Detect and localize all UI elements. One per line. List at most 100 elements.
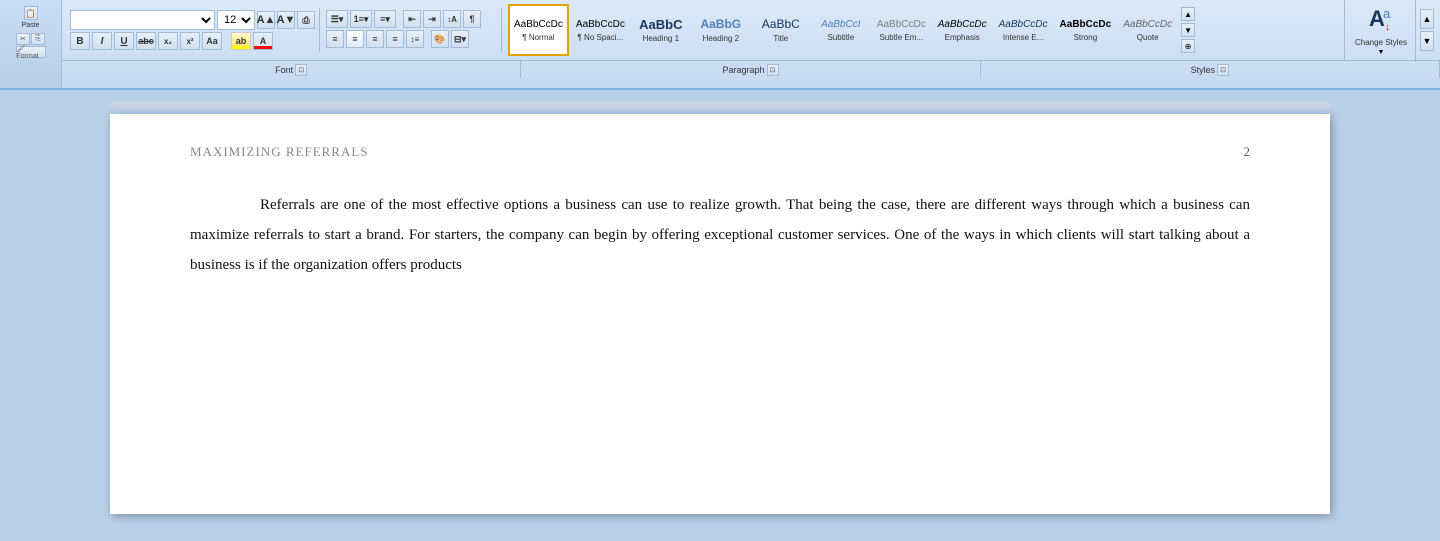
underline-btn[interactable]: U	[114, 32, 134, 50]
para-align-row: ≡ ≡ ≡ ≡ ↕≡ 🎨 ⊟▾	[326, 30, 497, 48]
para-list-row: ☰▾ 1≡▾ ≡▾ ⇤ ⇥ ↕A ¶	[326, 10, 497, 28]
style-intense-e-label: Intense E...	[1003, 33, 1043, 42]
change-styles-text: Change Styles	[1355, 38, 1407, 48]
style-quote[interactable]: AaBbCcDc Quote	[1118, 4, 1177, 56]
superscript-btn[interactable]: x²	[180, 32, 200, 50]
styles-group: AaBbCcDc ¶ Normal AaBbCcDc ¶ No Spaci...…	[504, 0, 1345, 60]
styles-row: AaBbCcDc ¶ Normal AaBbCcDc ¶ No Spaci...…	[508, 2, 1340, 58]
style-subtitle[interactable]: AaBbCcI Subtitle	[812, 4, 870, 56]
font-size-select[interactable]: 12	[217, 10, 255, 30]
multilevel-btn[interactable]: ≡▾	[374, 10, 396, 28]
paragraph-group: ☰▾ 1≡▾ ≡▾ ⇤ ⇥ ↕A ¶ ≡ ≡ ≡ ≡ ↕≡ 🎨	[322, 8, 502, 52]
right-scroll: ▲ ▼	[1418, 6, 1436, 54]
para-expand-btn[interactable]: ⊡	[767, 64, 779, 76]
style-normal-preview: AaBbCcDc	[514, 19, 563, 31]
styles-scroll-up[interactable]: ▲	[1181, 7, 1195, 21]
style-quote-label: Quote	[1137, 33, 1159, 42]
style-strong[interactable]: AaBbCcDc Strong	[1055, 4, 1117, 56]
ribbon-bottom: Font ⊡ Paragraph ⊡ Styles ⊡	[62, 60, 1440, 78]
decrease-font-size-btn[interactable]: A▼	[277, 11, 295, 29]
highlight-btn[interactable]: ab	[231, 32, 251, 50]
font-format-row: B I U abc x₂ x² Aa ab A	[70, 32, 315, 50]
pilcrow-btn[interactable]: ¶	[463, 10, 481, 28]
style-emphasis[interactable]: AaBbCcDc Emphasis	[933, 4, 992, 56]
justify-btn[interactable]: ≡	[386, 30, 404, 48]
styles-scroll-down[interactable]: ▼	[1181, 23, 1195, 37]
page-number: 2	[1244, 144, 1251, 160]
align-left-btn[interactable]: ≡	[326, 30, 344, 48]
style-title[interactable]: AaBbC Title	[752, 4, 810, 56]
font-expand-btn[interactable]: ⊡	[295, 64, 307, 76]
clear-formatting-btn[interactable]: ⎙	[297, 11, 315, 29]
numbered-btn[interactable]: 1≡▾	[350, 10, 372, 28]
style-title-label: Title	[773, 34, 788, 43]
document-container: MAXIMIZING REFERRALS 2 Referrals are one…	[0, 90, 1440, 541]
document-page: MAXIMIZING REFERRALS 2 Referrals are one…	[110, 114, 1330, 514]
change-styles-icon: A a ↓	[1367, 4, 1395, 36]
style-heading2[interactable]: AaBbG Heading 2	[692, 4, 750, 56]
cut-icon[interactable]: ✂	[16, 33, 30, 45]
style-quote-preview: AaBbCcDc	[1123, 19, 1172, 31]
increase-indent-btn[interactable]: ⇥	[423, 10, 441, 28]
bullets-btn[interactable]: ☰▾	[326, 10, 348, 28]
svg-text:↓: ↓	[1385, 22, 1390, 32]
font-family-select[interactable]: Times New Roman	[70, 10, 215, 30]
shading-btn[interactable]: 🎨	[431, 30, 449, 48]
scroll-bar	[110, 102, 1330, 110]
change-styles-btn[interactable]: A a ↓ Change Styles ▼	[1353, 2, 1409, 58]
style-emphasis-preview: AaBbCcDc	[938, 19, 987, 31]
style-strong-label: Strong	[1074, 33, 1098, 42]
change-case-btn[interactable]: Aa	[202, 32, 222, 50]
paste-label: Paste	[22, 22, 40, 29]
ribbon-scroll-down[interactable]: ▼	[1420, 31, 1434, 51]
copy-icon[interactable]: ⎘	[31, 33, 45, 45]
style-normal-label: ¶ Normal	[522, 33, 554, 42]
sort-btn[interactable]: ↕A	[443, 10, 461, 28]
style-h1-preview: AaBbC	[639, 17, 682, 33]
strikethrough-btn[interactable]: abc	[136, 32, 156, 50]
style-normal[interactable]: AaBbCcDc ¶ Normal	[508, 4, 569, 56]
style-heading1[interactable]: AaBbC Heading 1	[632, 4, 690, 56]
style-intense-e-preview: AaBbCcDc	[999, 19, 1048, 31]
styles-expand-btn[interactable]: ⊡	[1217, 64, 1229, 76]
style-h2-label: Heading 2	[703, 34, 739, 43]
subscript-btn[interactable]: x₂	[158, 32, 178, 50]
paragraph-group-label: Paragraph ⊡	[521, 61, 980, 78]
document-title: MAXIMIZING REFERRALS	[190, 144, 369, 160]
style-h2-preview: AaBbG	[700, 17, 741, 31]
style-nospace-label: ¶ No Spaci...	[578, 33, 624, 42]
font-name-row: Times New Roman 12 A▲ A▼ ⎙	[70, 10, 315, 30]
svg-text:a: a	[1383, 6, 1391, 21]
style-title-preview: AaBbC	[762, 17, 800, 31]
format-painter-icon[interactable]: 🖌 Format	[16, 46, 46, 58]
italic-btn[interactable]: I	[92, 32, 112, 50]
style-no-spacing[interactable]: AaBbCcDc ¶ No Spaci...	[571, 4, 630, 56]
border-btn[interactable]: ⊟▾	[451, 30, 469, 48]
change-styles-arrow: ▼	[1378, 49, 1385, 56]
bold-btn[interactable]: B	[70, 32, 90, 50]
decrease-indent-btn[interactable]: ⇤	[403, 10, 421, 28]
align-right-btn[interactable]: ≡	[366, 30, 384, 48]
style-intense-e[interactable]: AaBbCcDc Intense E...	[994, 4, 1053, 56]
styles-scroll: ▲ ▼ ⊕	[1181, 6, 1195, 54]
styles-group-label: Styles ⊡	[981, 61, 1440, 78]
body-paragraph: Referrals are one of the most effective …	[190, 190, 1250, 280]
paste-icon[interactable]: 📋	[24, 6, 38, 20]
page-body: Referrals are one of the most effective …	[190, 190, 1250, 280]
ribbon-content: Times New Roman 12 A▲ A▼ ⎙ B I U abc x₂ …	[62, 0, 1440, 88]
align-center-btn[interactable]: ≡	[346, 30, 364, 48]
ribbon-scroll-up[interactable]: ▲	[1420, 9, 1434, 29]
style-subtle-em-label: Subtle Em...	[879, 33, 923, 42]
style-nospace-preview: AaBbCcDc	[576, 19, 625, 31]
style-emphasis-label: Emphasis	[945, 33, 980, 42]
ribbon-top: Times New Roman 12 A▲ A▼ ⎙ B I U abc x₂ …	[62, 0, 1440, 60]
style-subtitle-preview: AaBbCcI	[821, 19, 860, 31]
styles-scroll-more[interactable]: ⊕	[1181, 39, 1195, 53]
increase-font-size-btn[interactable]: A▲	[257, 11, 275, 29]
left-panel: 📋 Paste ✂ ⎘ 🖌 Format	[0, 0, 62, 88]
change-styles-group: A a ↓ Change Styles ▼	[1347, 0, 1416, 62]
font-color-btn[interactable]: A	[253, 32, 273, 50]
format-painter-label: 📋 Paste ✂ ⎘ 🖌 Format	[16, 6, 46, 58]
line-spacing-btn[interactable]: ↕≡	[406, 30, 424, 48]
style-subtle-em[interactable]: AaBbCcDc Subtle Em...	[872, 4, 931, 56]
